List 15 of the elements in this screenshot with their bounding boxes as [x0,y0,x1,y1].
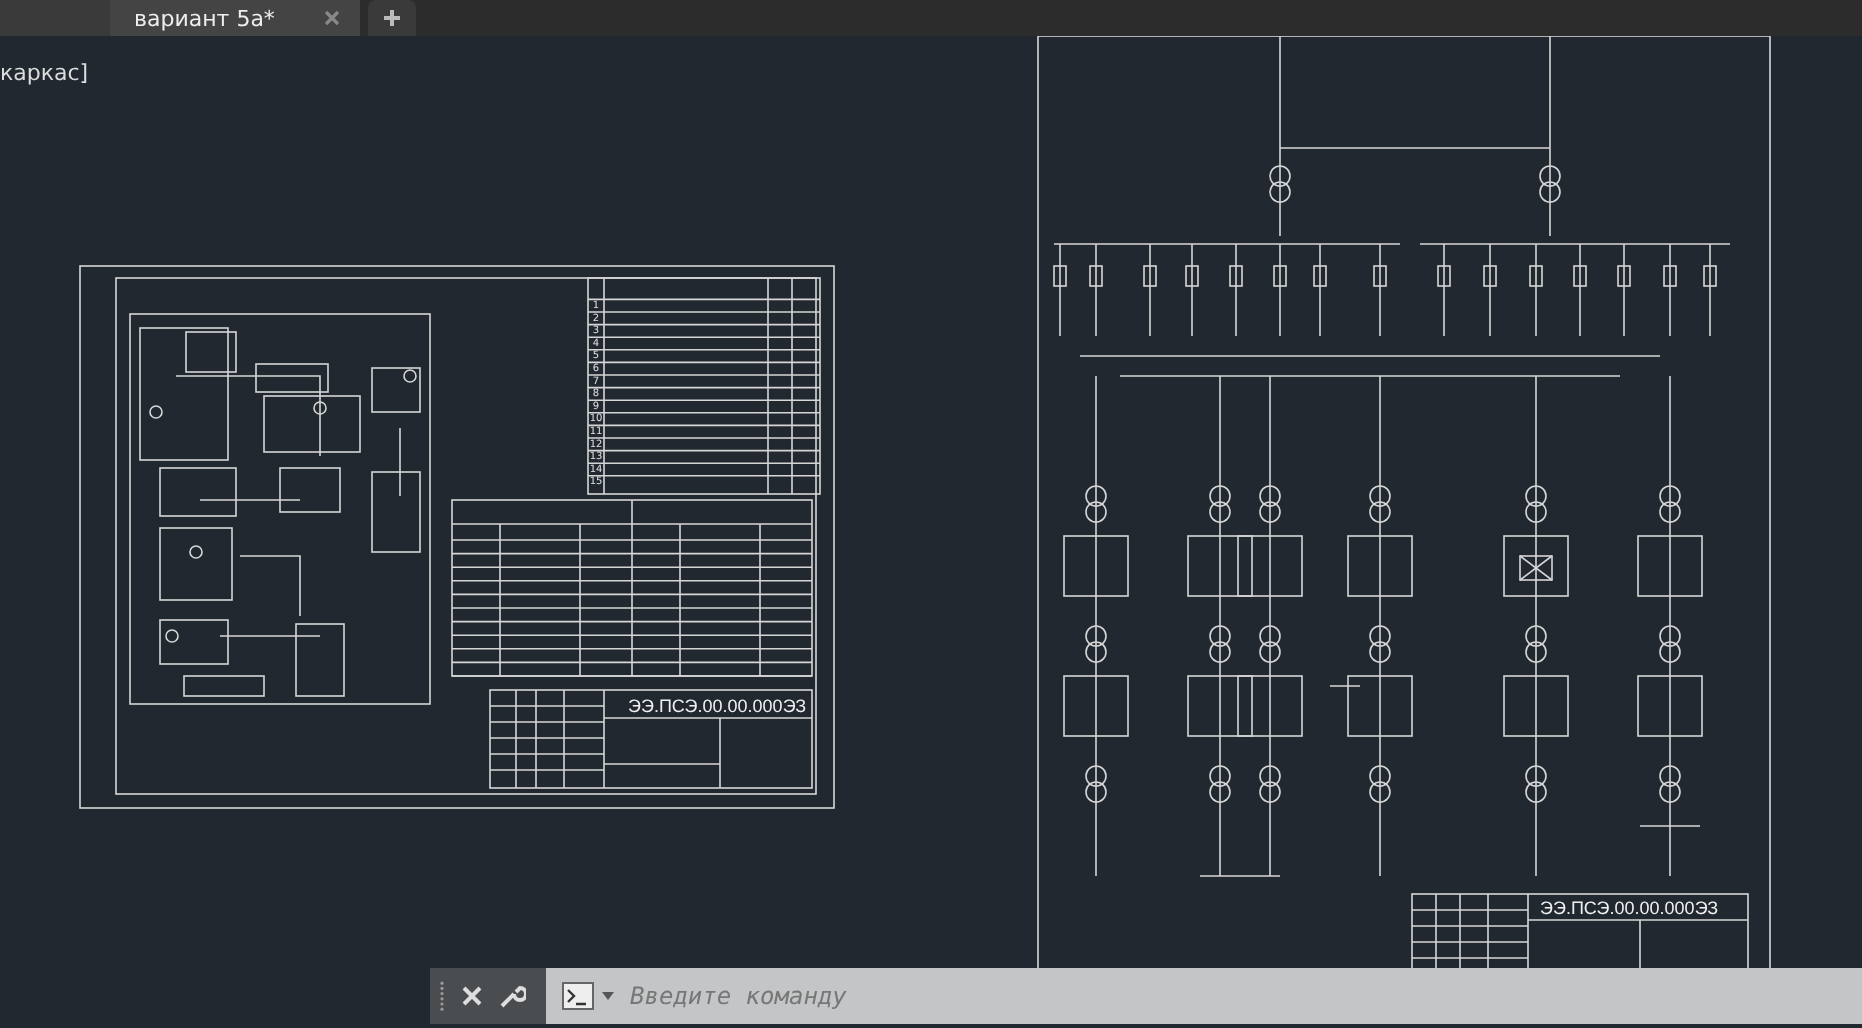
close-icon[interactable] [324,10,340,26]
command-line-field[interactable]: Введите команду [430,968,1862,1024]
document-tab[interactable]: вариант 5а* [110,0,360,36]
drawing-code: ЭЭ.ПСЭ.00.00.000ЭЗ [1540,898,1719,918]
new-tab-button[interactable] [368,0,416,36]
tab-label: вариант 5а* [134,5,275,31]
plus-icon [382,8,402,28]
wrench-icon[interactable] [498,982,526,1010]
grip-icon[interactable] [438,980,446,1012]
viewport-label[interactable]: каркас] [0,60,89,86]
tab-strip-segment [0,0,110,36]
caret-icon[interactable] [602,992,614,1000]
command-prompt-icon[interactable] [562,982,594,1010]
drawing-code: ЭЭ.ПСЭ.00.00.000ЭЗ [628,696,807,716]
command-input[interactable]: Введите команду [622,976,1862,1016]
